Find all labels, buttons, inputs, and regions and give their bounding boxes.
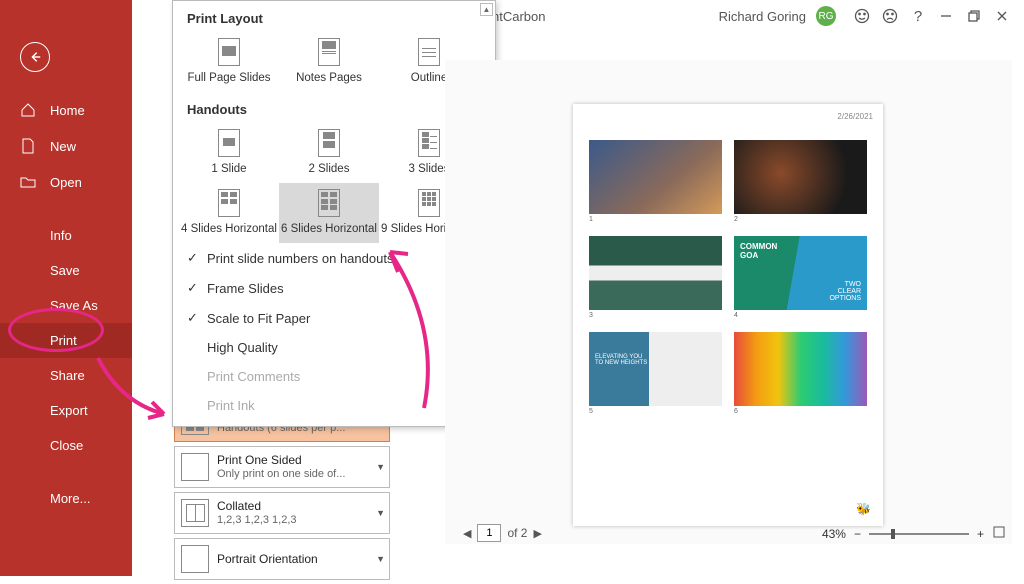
nav-label: Save As: [50, 298, 98, 313]
nav-export[interactable]: Export: [0, 393, 132, 428]
user-name: Richard Goring: [719, 9, 806, 24]
nav-info[interactable]: Info: [0, 218, 132, 253]
handout-4h[interactable]: 4 Slides Horizontal: [179, 183, 279, 243]
handout-1[interactable]: 1 Slide: [179, 123, 279, 183]
chevron-down-icon: ▼: [376, 554, 385, 564]
slide-thumb: 6: [734, 332, 867, 406]
nav-home[interactable]: Home: [0, 92, 132, 128]
handout-6h[interactable]: 6 Slides Horizontal: [279, 183, 379, 243]
chevron-down-icon: ▼: [376, 462, 385, 472]
zoom-in-icon[interactable]: +: [977, 527, 984, 541]
nav-save[interactable]: Save: [0, 253, 132, 288]
nav-saveas[interactable]: Save As: [0, 288, 132, 323]
page-input[interactable]: [477, 524, 501, 542]
nav-print[interactable]: Print: [0, 323, 132, 358]
prev-page-icon[interactable]: ◀: [463, 527, 471, 540]
nav-more[interactable]: More...: [0, 481, 132, 516]
close-icon[interactable]: [988, 2, 1016, 30]
page-date: 2/26/2021: [837, 112, 873, 121]
opt-title: Collated: [217, 499, 383, 513]
handout-2[interactable]: 2 Slides: [279, 123, 379, 183]
page-of: of 2: [507, 526, 527, 540]
orientation-dropdown[interactable]: Portrait Orientation ▼: [174, 538, 390, 580]
nav-close[interactable]: Close: [0, 428, 132, 463]
nav-label: More...: [50, 491, 90, 506]
print-settings: 6 Slides HorizontalHandouts (6 slides pe…: [174, 400, 390, 584]
document-icon: [20, 138, 38, 154]
opt-sub: Only print on one side of...: [217, 468, 383, 481]
opt-title: Print One Sided: [217, 453, 383, 467]
nav-label: Save: [50, 263, 80, 278]
nav-label: Share: [50, 368, 85, 383]
chevron-down-icon: ▼: [376, 508, 385, 518]
nav-share[interactable]: Share: [0, 358, 132, 393]
minimize-icon[interactable]: [932, 2, 960, 30]
next-page-icon[interactable]: ▶: [533, 527, 541, 540]
check-icon: ✓: [187, 280, 207, 296]
zoom-control: 43% − +: [822, 525, 1006, 542]
nav-open[interactable]: Open: [0, 164, 132, 200]
avatar[interactable]: RG: [816, 6, 836, 26]
slide-thumb: COMMONGOATWOCLEAROPTIONS4: [734, 236, 867, 310]
section-heading: Print Layout: [173, 1, 495, 32]
nav-label: Close: [50, 438, 83, 453]
fit-page-icon[interactable]: [992, 525, 1006, 542]
slide-thumb: 1: [589, 140, 722, 214]
page-navigator: ◀ of 2 ▶: [463, 524, 542, 542]
nav-new[interactable]: New: [0, 128, 132, 164]
folder-icon: [20, 174, 38, 190]
preview-page: 2/26/2021 1 2 3 COMMONGOATWOCLEAROPTIONS…: [573, 104, 883, 526]
bee-icon: 🐝: [856, 502, 871, 516]
check-icon: ✓: [187, 310, 207, 326]
zoom-out-icon[interactable]: −: [854, 527, 861, 541]
nav-label: Info: [50, 228, 72, 243]
restore-icon[interactable]: [960, 2, 988, 30]
check-icon: ✓: [187, 250, 207, 266]
zoom-slider[interactable]: [869, 533, 969, 535]
sides-dropdown[interactable]: Print One SidedOnly print on one side of…: [174, 446, 390, 488]
opt-sub: 1,2,3 1,2,3 1,2,3: [217, 514, 383, 527]
page-icon: [181, 453, 209, 481]
smile-icon[interactable]: [848, 2, 876, 30]
nav-label: Home: [50, 103, 85, 118]
slide-thumb: 2: [734, 140, 867, 214]
slide-thumb: 3: [589, 236, 722, 310]
nav-label: Open: [50, 175, 82, 190]
portrait-icon: [181, 545, 209, 573]
nav-label: Export: [50, 403, 88, 418]
document-title: htCarbon: [492, 9, 545, 24]
print-preview: 2/26/2021 1 2 3 COMMONGOATWOCLEAROPTIONS…: [445, 60, 1012, 544]
home-icon: [20, 102, 38, 118]
layout-full-page[interactable]: Full Page Slides: [179, 32, 279, 92]
collate-icon: [181, 499, 209, 527]
nav-label: New: [50, 139, 76, 154]
help-icon[interactable]: ?: [904, 2, 932, 30]
slide-thumb: ELEVATING YOUTO NEW HEIGHTS5: [589, 332, 722, 406]
backstage-sidebar: Home New Open Info Save Save As Print Sh…: [0, 0, 132, 576]
nav-label: Print: [50, 333, 77, 348]
opt-title: Portrait Orientation: [217, 552, 383, 566]
collate-dropdown[interactable]: Collated1,2,3 1,2,3 1,2,3 ▼: [174, 492, 390, 534]
zoom-value: 43%: [822, 527, 846, 541]
layout-notes[interactable]: Notes Pages: [279, 32, 379, 92]
scroll-up-icon[interactable]: ▲: [480, 3, 493, 16]
back-button[interactable]: [20, 42, 50, 72]
frown-icon[interactable]: [876, 2, 904, 30]
